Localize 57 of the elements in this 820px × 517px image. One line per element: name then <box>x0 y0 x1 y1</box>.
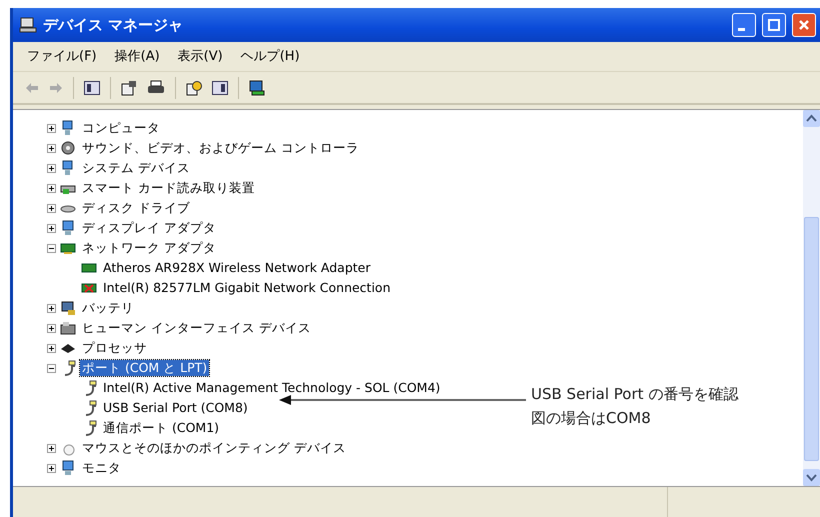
expand-icon[interactable] <box>47 304 56 312</box>
expand-icon[interactable] <box>47 324 56 332</box>
properties-icon[interactable] <box>121 80 137 96</box>
expand-icon[interactable] <box>47 164 56 172</box>
scrollbar[interactable] <box>803 110 820 486</box>
tree-item[interactable]: ディスプレイ アダプタ <box>80 220 218 236</box>
tree-item[interactable]: ポート (COM と LPT) <box>80 360 210 376</box>
tree-item[interactable]: スマート カード読み取り装置 <box>80 180 257 196</box>
tree-item[interactable]: ディスク ドライブ <box>80 200 192 216</box>
annotation-text: 図の場合はCOM8 <box>531 408 652 429</box>
menu-item[interactable]: 操作(A) <box>114 46 160 66</box>
menu-item[interactable]: ヘルプ(H) <box>240 46 300 66</box>
tree-item[interactable]: ヒューマン インターフェイス デバイス <box>80 320 313 336</box>
monitor-icon <box>60 220 76 236</box>
tree-item[interactable]: ネットワーク アダプタ <box>80 240 218 256</box>
menu-item[interactable]: 表示(V) <box>178 46 223 66</box>
maximize-icon <box>768 19 780 31</box>
tree-item[interactable]: バッテリ <box>80 300 136 316</box>
speaker-icon <box>60 140 76 156</box>
tree-item[interactable]: サウンド、ビデオ、およびゲーム コントローラ <box>80 140 361 156</box>
computer-icon <box>19 17 37 33</box>
collapse-icon[interactable] <box>47 364 56 372</box>
scan-hardware-icon[interactable] <box>249 80 265 96</box>
window-title: デバイス マネージャ <box>43 14 184 36</box>
close-icon <box>798 19 810 31</box>
battery-icon <box>60 300 76 316</box>
expand-icon[interactable] <box>47 344 56 352</box>
tree-item[interactable]: Atheros AR928X Wireless Network Adapter <box>101 260 373 276</box>
close-button[interactable] <box>792 13 816 37</box>
menu-item[interactable]: ファイル(F) <box>27 46 97 66</box>
tree-item[interactable]: USB Serial Port (COM8) <box>101 400 250 416</box>
tree-item[interactable]: システム デバイス <box>80 160 192 176</box>
scroll-down-icon[interactable] <box>803 469 820 486</box>
scroll-thumb[interactable] <box>804 217 819 461</box>
expand-icon[interactable] <box>47 124 56 132</box>
expand-icon[interactable] <box>47 224 56 232</box>
collapse-icon[interactable] <box>47 244 56 252</box>
tree-item[interactable]: プロセッサ <box>80 340 149 356</box>
minimize-icon <box>738 28 745 31</box>
tree-item[interactable]: マウスとそのほかのポインティング デバイス <box>80 440 348 456</box>
printer-icon[interactable] <box>147 80 165 96</box>
annotation-text: USB Serial Port の番号を確認 <box>531 384 738 405</box>
maximize-button[interactable] <box>762 13 786 37</box>
expand-icon[interactable] <box>47 444 56 452</box>
tree-item[interactable]: Intel(R) Active Management Technology - SOL (COM4) <box>101 380 442 396</box>
expand-icon[interactable] <box>47 204 56 212</box>
expand-icon[interactable] <box>47 464 56 472</box>
keyboard-icon <box>60 320 76 336</box>
monitor-icon <box>60 460 76 476</box>
expand-icon[interactable] <box>47 144 56 152</box>
help-icon[interactable] <box>186 80 202 96</box>
expand-icon[interactable] <box>47 184 56 192</box>
tree-item[interactable]: コンピュータ <box>80 120 162 136</box>
minimize-button[interactable] <box>732 13 756 37</box>
tree-item[interactable]: 通信ポート (COM1) <box>101 420 222 436</box>
scroll-up-icon[interactable] <box>803 110 820 127</box>
tree-item[interactable]: モニタ <box>80 460 123 476</box>
